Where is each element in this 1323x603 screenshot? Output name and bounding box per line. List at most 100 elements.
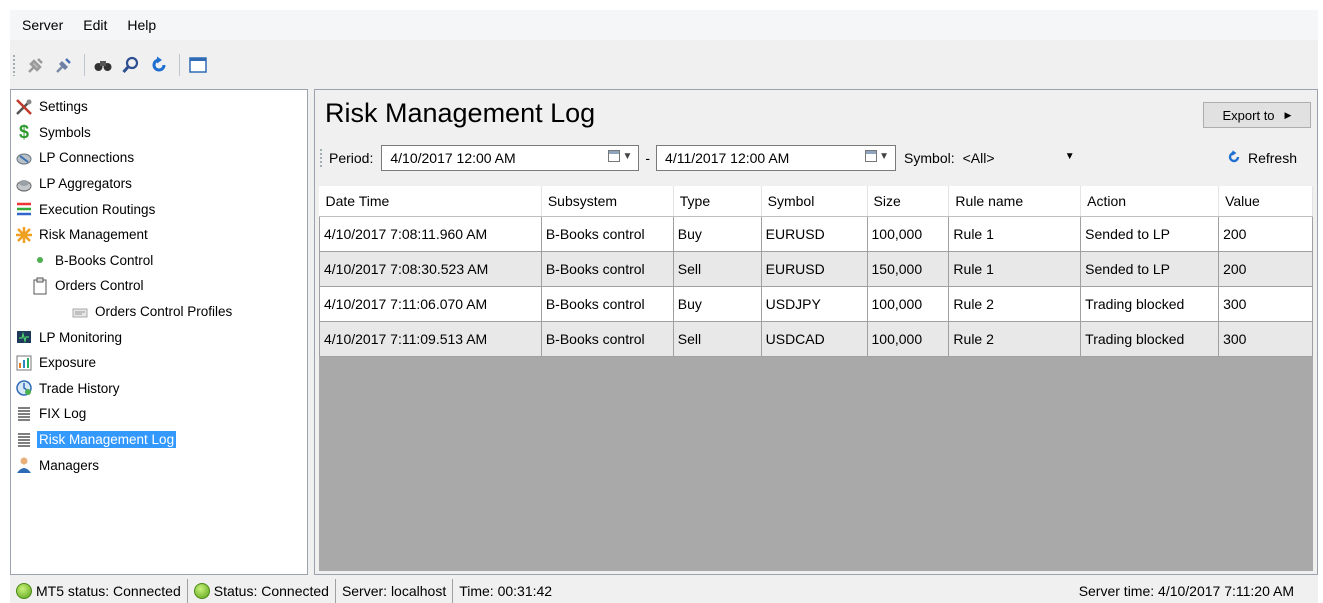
filter-bar: Period: 4/10/2017 12:00 AM ▼ - 4/11/2017… (319, 138, 1313, 178)
navigation-tree: Settings $ Symbols LP Connections LP Agg… (10, 89, 308, 575)
status-ok-icon (193, 583, 210, 599)
user-icon (15, 456, 33, 474)
tree-item-settings[interactable]: Settings (11, 94, 307, 120)
triangle-right-icon: ▶ (1284, 109, 1292, 120)
cell-subsystem: B-Books control (540, 215, 674, 252)
tree-item-label: Settings (39, 99, 88, 115)
refresh-button[interactable]: Refresh (1226, 149, 1297, 168)
tree-item-managers[interactable]: Managers (11, 452, 307, 478)
calendar-dropdown[interactable]: ▼ (865, 150, 889, 162)
history-icon (15, 379, 33, 397)
period-from-picker[interactable]: 4/10/2017 12:00 AM ▼ (381, 145, 640, 171)
bullet-icon (31, 251, 49, 269)
log-icon (15, 431, 33, 449)
tree-item-label: Risk Management (39, 227, 148, 243)
cell-symbol: USDJPY (760, 285, 868, 322)
column-header-type[interactable]: Type (673, 186, 762, 217)
symbol-select[interactable]: <All> ▼ (959, 145, 1083, 171)
tree-item-exposure[interactable]: Exposure (11, 350, 307, 376)
search-icon[interactable] (119, 53, 143, 77)
table-row[interactable]: 4/10/2017 7:08:30.523 AM B-Books control… (319, 250, 1313, 287)
clipboard-icon (31, 277, 49, 295)
binoculars-icon[interactable] (91, 53, 115, 77)
main-panel: Risk Management Log Export to ▶ Period: … (314, 89, 1318, 575)
settings-icon (15, 98, 33, 116)
column-header-size[interactable]: Size (867, 186, 950, 217)
tree-item-label: Managers (39, 457, 100, 473)
tree-item-label: Exposure (39, 355, 97, 371)
period-to-value: 4/11/2017 12:00 AM (665, 150, 790, 166)
lp-connections-icon (15, 149, 33, 167)
tree-item-lp-monitoring[interactable]: LP Monitoring (11, 324, 307, 350)
tree-item-risk-management-log[interactable]: Risk Management Log (11, 427, 307, 453)
column-header-rule-name[interactable]: Rule name (948, 186, 1082, 217)
dollar-icon: $ (18, 121, 29, 142)
tree-item-label: LP Connections (39, 150, 135, 166)
tree-item-label: B-Books Control (55, 252, 154, 268)
cell-date-time: 4/10/2017 7:08:11.960 AM (319, 215, 542, 252)
cell-value: 200 (1218, 250, 1313, 287)
server-status: Server: localhost (336, 579, 454, 603)
tree-item-orders-control-profiles[interactable]: Orders Control Profiles (11, 299, 307, 325)
cell-action: Trading blocked (1080, 320, 1220, 357)
table-row[interactable]: 4/10/2017 7:11:06.070 AM B-Books control… (319, 285, 1313, 322)
column-header-symbol[interactable]: Symbol (761, 186, 868, 217)
filter-grip[interactable] (319, 148, 323, 168)
tree-item-label: Symbols (39, 124, 91, 140)
window-icon[interactable] (186, 53, 210, 77)
period-label: Period: (329, 150, 374, 166)
export-label: Export to (1222, 107, 1275, 123)
symbol-value: <All> (962, 150, 995, 166)
app-window: Server Edit Help Settings $ Symbols LP C… (10, 10, 1318, 603)
tree-item-risk-management[interactable]: Risk Management (11, 222, 307, 248)
cell-type: Sell (672, 250, 762, 287)
table-row[interactable]: 4/10/2017 7:08:11.960 AM B-Books control… (319, 215, 1313, 252)
tree-item-label: Execution Routings (39, 201, 156, 217)
risk-management-icon (15, 226, 33, 244)
status-ok-icon (16, 583, 32, 599)
cell-size: 100,000 (866, 320, 950, 357)
server-status-text: Server: localhost (341, 583, 447, 599)
menu-bar: Server Edit Help (10, 10, 1318, 40)
column-header-action[interactable]: Action (1080, 186, 1220, 217)
connect-icon[interactable] (24, 53, 48, 77)
cell-action: Sended to LP (1080, 215, 1220, 252)
tree-item-label: Orders Control Profiles (95, 304, 233, 320)
refresh-icon[interactable] (147, 53, 171, 77)
tree-item-trade-history[interactable]: Trade History (11, 376, 307, 402)
menu-server[interactable]: Server (22, 17, 63, 33)
tree-item-execution-routings[interactable]: Execution Routings (11, 196, 307, 222)
tree-item-lp-aggregators[interactable]: LP Aggregators (11, 171, 307, 197)
export-button[interactable]: Export to ▶ (1203, 102, 1311, 128)
toolbar-grip[interactable] (12, 54, 16, 76)
disconnect-icon[interactable] (52, 53, 76, 77)
toolbar (10, 48, 214, 82)
tree-item-orders-control[interactable]: Orders Control (11, 273, 307, 299)
column-header-value[interactable]: Value (1218, 186, 1313, 217)
cell-type: Buy (672, 215, 762, 252)
column-header-date-time[interactable]: Date Time (319, 186, 542, 217)
menu-help[interactable]: Help (127, 17, 156, 33)
tree-item-lp-connections[interactable]: LP Connections (11, 145, 307, 171)
cell-value: 300 (1218, 320, 1313, 357)
tree-item-b-books-control[interactable]: B-Books Control (11, 248, 307, 274)
table-row[interactable]: 4/10/2017 7:11:09.513 AM B-Books control… (319, 320, 1313, 357)
toolbar-separator (179, 54, 180, 76)
tree-item-label: LP Aggregators (39, 176, 132, 192)
menu-edit[interactable]: Edit (83, 17, 107, 33)
tree-item-fix-log[interactable]: FIX Log (11, 401, 307, 427)
chart-icon (15, 354, 33, 372)
mt5-status: MT5 status: Connected (10, 579, 188, 603)
tree-item-symbols[interactable]: $ Symbols (11, 120, 307, 146)
cell-subsystem: B-Books control (540, 320, 674, 357)
cell-date-time: 4/10/2017 7:11:06.070 AM (319, 285, 542, 322)
server-time: Server time: 4/10/2017 7:11:20 AM (1078, 583, 1294, 599)
period-to-picker[interactable]: 4/11/2017 12:00 AM ▼ (656, 145, 897, 171)
calendar-dropdown[interactable]: ▼ (608, 150, 632, 162)
column-header-subsystem[interactable]: Subsystem (541, 186, 674, 217)
cell-rule-name: Rule 2 (948, 320, 1082, 357)
cell-date-time: 4/10/2017 7:08:30.523 AM (319, 250, 542, 287)
cell-symbol: USDCAD (760, 320, 868, 357)
cell-subsystem: B-Books control (540, 285, 674, 322)
log-icon (15, 405, 33, 423)
